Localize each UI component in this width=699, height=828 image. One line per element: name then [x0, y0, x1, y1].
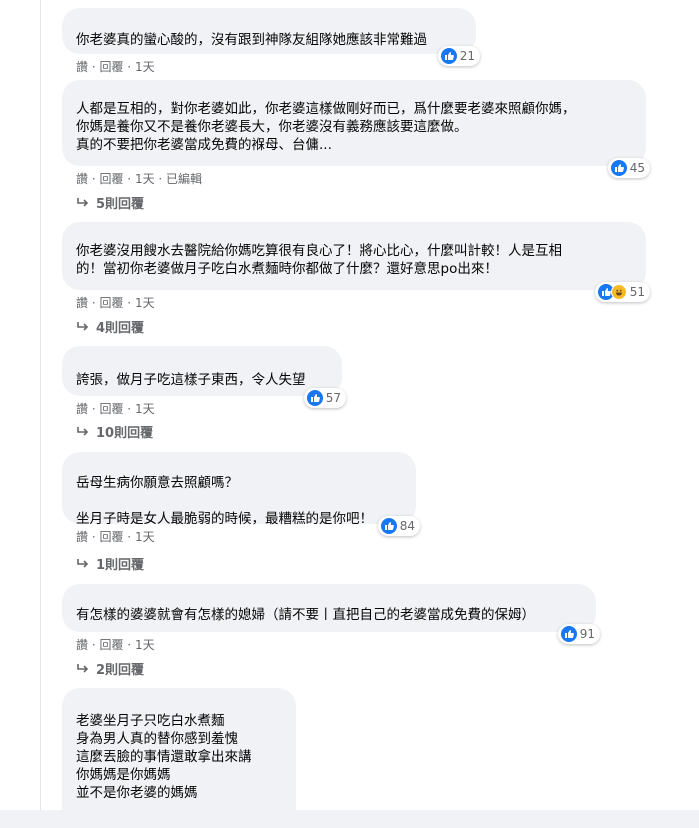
comment-bubble: 你老婆真的蠻心酸的，沒有跟到神隊友組隊她應該非常難過 21: [62, 8, 480, 66]
haha-reaction-icon: [610, 284, 627, 300]
replies-count: 10則回覆: [96, 426, 154, 441]
reply-link[interactable]: 回覆: [99, 296, 123, 310]
like-reaction-icon: [306, 390, 323, 406]
comment-text: 有怎樣的婆婆就會有怎樣的媳婦（請不要丨直把自己的老婆當成免費的保姆）: [76, 607, 535, 623]
replies-count: 5則回覆: [96, 197, 145, 212]
comment-text: 人都是互相的，對你老婆如此，你老婆這樣做剛好而已，爲什麼要老婆來照顧你媽， 你媽…: [76, 101, 576, 153]
replies-count: 2則回覆: [96, 663, 145, 678]
timestamp[interactable]: 1天: [135, 530, 155, 544]
comment-actions: 讚 · 回覆 · 1天 · 已編輯: [76, 172, 203, 186]
reply-link[interactable]: 回覆: [99, 172, 123, 186]
reply-arrow-icon: [77, 558, 89, 568]
timestamp[interactable]: 1天: [135, 172, 155, 186]
reaction-badge[interactable]: 51: [594, 282, 650, 302]
reply-arrow-icon: [77, 663, 89, 673]
comment: 人都是互相的，對你老婆如此，你老婆這樣做剛好而已，爲什麼要老婆來照顧你媽， 你媽…: [62, 80, 650, 187]
reply-link[interactable]: 回覆: [99, 530, 123, 544]
comment-bubble: 你老婆沒用餿水去醫院給你媽吃算很有良心了！將心比心，什麼叫計較！人是互相 的！當…: [62, 222, 650, 302]
like-reaction-icon: [560, 626, 577, 642]
reaction-badge[interactable]: 91: [557, 624, 600, 644]
like-link[interactable]: 讚: [76, 638, 88, 652]
comment-actions: 讚 · 回覆 · 1天: [76, 402, 155, 416]
comment: 老婆坐月子只吃白水煮麵 身為男人真的替你感到羞愧 這麼丟臉的事情還敢拿出來講 你…: [62, 688, 296, 828]
like-link[interactable]: 讚: [76, 172, 88, 186]
like-link[interactable]: 讚: [76, 296, 88, 310]
reaction-badge[interactable]: 21: [437, 46, 480, 66]
comment: 有怎樣的婆婆就會有怎樣的媳婦（請不要丨直把自己的老婆當成免費的保姆） 91 讚 …: [62, 584, 600, 653]
comment-bubble: 岳母生病你願意去照顧嗎？ 坐月子時是女人最脆弱的時候，最糟糕的是你吧！ 84: [62, 452, 420, 536]
replies-count: 4則回覆: [96, 321, 145, 336]
reaction-count: 84: [399, 519, 415, 533]
comment-bubble: 有怎樣的婆婆就會有怎樣的媳婦（請不要丨直把自己的老婆當成免費的保姆） 91: [62, 584, 600, 644]
comment-text: 岳母生病你願意去照顧嗎？ 坐月子時是女人最脆弱的時候，最糟糕的是你吧！: [76, 475, 373, 527]
comment-text: 你老婆真的蠻心酸的，沒有跟到神隊友組隊她應該非常難過: [76, 32, 427, 48]
reply-arrow-icon: [77, 197, 89, 207]
reaction-count: 45: [629, 161, 645, 175]
reaction-count: 57: [325, 391, 341, 405]
comment: 你老婆沒用餿水去醫院給你媽吃算很有良心了！將心比心，什麼叫計較！人是互相 的！當…: [62, 222, 650, 311]
reaction-badge[interactable]: 84: [377, 516, 420, 536]
thread-line: [40, 0, 41, 810]
timestamp[interactable]: 1天: [135, 638, 155, 652]
reaction-count: 91: [579, 627, 595, 641]
comment-text: 老婆坐月子只吃白水煮麵 身為男人真的替你感到羞愧 這麼丟臉的事情還敢拿出來講 你…: [76, 713, 252, 801]
view-replies-button[interactable]: 1則回覆: [76, 554, 144, 573]
like-reaction-icon: [440, 48, 457, 64]
comments-panel: 你老婆真的蠻心酸的，沒有跟到神隊友組隊她應該非常難過 21 讚 · 回覆 · 1…: [0, 0, 699, 828]
reply-link[interactable]: 回覆: [99, 402, 123, 416]
view-replies-button[interactable]: 2則回覆: [76, 659, 144, 678]
like-link[interactable]: 讚: [76, 530, 88, 544]
reaction-count: 51: [629, 285, 645, 299]
timestamp[interactable]: 1天: [135, 402, 155, 416]
reply-link[interactable]: 回覆: [99, 638, 123, 652]
like-reaction-icon: [380, 518, 397, 534]
comment-text: 誇張，做月子吃這樣子東西，令人失望: [76, 372, 306, 388]
reaction-badge[interactable]: 45: [607, 158, 650, 178]
timestamp[interactable]: 1天: [135, 60, 155, 74]
comment: 誇張，做月子吃這樣子東西，令人失望 57 讚 · 回覆 · 1天: [62, 346, 346, 417]
comment-bubble: 老婆坐月子只吃白水煮麵 身為男人真的替你感到羞愧 這麼丟臉的事情還敢拿出來講 你…: [62, 688, 296, 828]
comment-actions: 讚 · 回覆 · 1天: [76, 60, 155, 74]
reaction-count: 21: [459, 49, 475, 63]
comment: 你老婆真的蠻心酸的，沒有跟到神隊友組隊她應該非常難過 21 讚 · 回覆 · 1…: [62, 8, 480, 75]
comment-bubble: 誇張，做月子吃這樣子東西，令人失望 57: [62, 346, 346, 408]
timestamp[interactable]: 1天: [135, 296, 155, 310]
edited-label: 已編輯: [166, 172, 203, 186]
view-replies-button[interactable]: 5則回覆: [76, 193, 144, 212]
view-replies-button[interactable]: 10則回覆: [76, 422, 153, 441]
replies-count: 1則回覆: [96, 558, 145, 573]
like-link[interactable]: 讚: [76, 402, 88, 416]
comment-bubble: 人都是互相的，對你老婆如此，你老婆這樣做剛好而已，爲什麼要老婆來照顧你媽， 你媽…: [62, 80, 650, 178]
reply-link[interactable]: 回覆: [99, 60, 123, 74]
comment-actions: 讚 · 回覆 · 1天: [76, 638, 155, 652]
like-link[interactable]: 讚: [76, 60, 88, 74]
comment: 岳母生病你願意去照顧嗎？ 坐月子時是女人最脆弱的時候，最糟糕的是你吧！ 84 讚…: [62, 452, 420, 545]
reaction-badge[interactable]: 57: [303, 388, 346, 408]
view-replies-button[interactable]: 4則回覆: [76, 317, 144, 336]
comment-actions: 讚 · 回覆 · 1天: [76, 296, 155, 310]
comment-text: 你老婆沒用餿水去醫院給你媽吃算很有良心了！將心比心，什麼叫計較！人是互相 的！當…: [76, 243, 562, 277]
comment-actions: 讚 · 回覆 · 1天: [76, 530, 155, 544]
like-reaction-icon: [610, 160, 627, 176]
reply-arrow-icon: [77, 321, 89, 331]
reply-arrow-icon: [77, 426, 89, 436]
